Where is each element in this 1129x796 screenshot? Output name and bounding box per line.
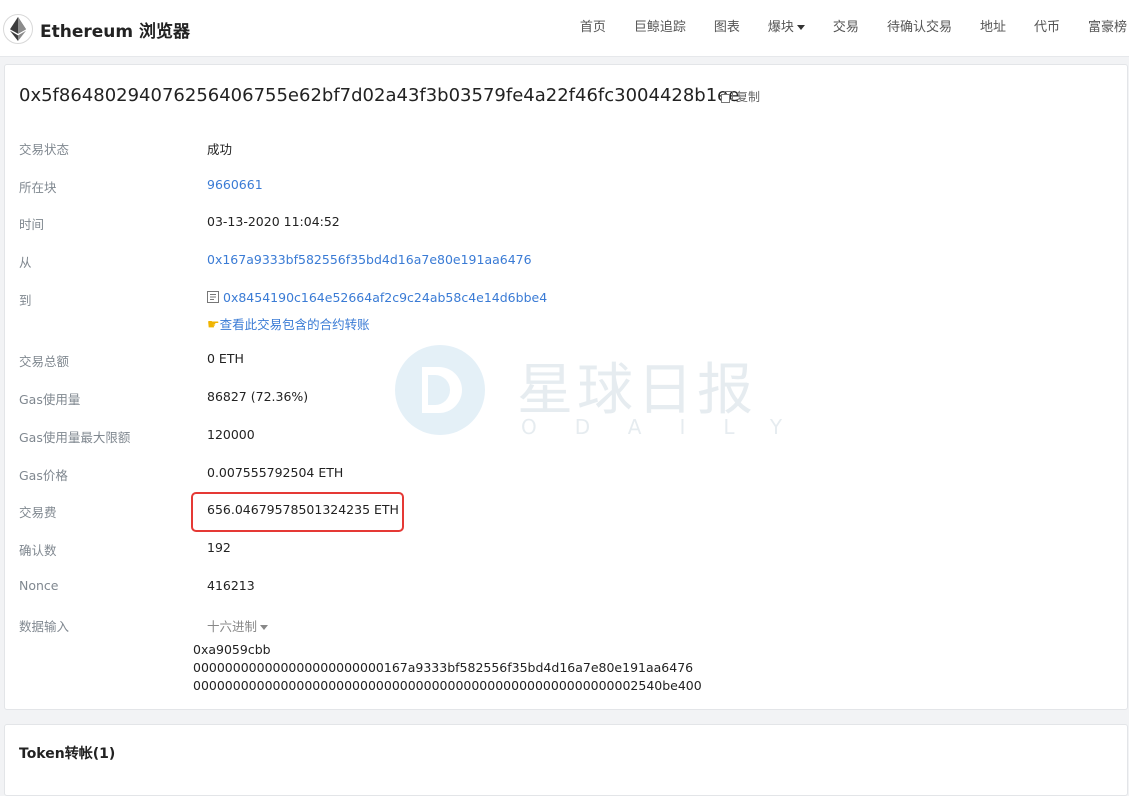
nav-pending-transactions[interactable]: 待确认交易 <box>873 0 966 56</box>
time-label: 时间 <box>19 217 45 232</box>
input-data-content: 0xa9059cbb 000000000000000000000000167a9… <box>193 641 702 695</box>
total-value: 0 ETH <box>207 351 244 366</box>
confirmations-label: 确认数 <box>19 543 57 558</box>
from-address-link[interactable]: 0x167a9333bf582556f35bd4d16a7e80e191aa64… <box>207 252 532 267</box>
row-time: 时间 03-13-2020 11:04:52 <box>19 214 1109 234</box>
brand-title[interactable]: Ethereum 浏览器 <box>40 17 190 42</box>
token-transfers-card: Token转帐(1) <box>4 724 1128 796</box>
row-confirmations: 确认数 192 <box>19 540 1109 560</box>
input-format-select[interactable]: 十六进制 <box>207 616 269 635</box>
row-from: 从 0x167a9333bf582556f35bd4d16a7e80e191aa… <box>19 252 1109 272</box>
nonce-label: Nonce <box>19 578 59 593</box>
from-label: 从 <box>19 255 32 270</box>
fee-label: 交易费 <box>19 505 57 520</box>
row-gas-limit: Gas使用量最大限额 120000 <box>19 427 1109 447</box>
transaction-hash-title: 0x5f86480294076256406755e62bf7d02a43f3b0… <box>19 85 740 106</box>
row-total: 交易总额 0 ETH <box>19 351 1109 371</box>
caret-down-icon <box>260 625 269 630</box>
copy-button[interactable]: 复制 <box>721 88 760 105</box>
to-label: 到 <box>19 293 32 308</box>
nonce-value: 416213 <box>207 578 255 593</box>
gas-used-value: 86827 (72.36%) <box>207 389 309 404</box>
contract-icon <box>207 291 219 303</box>
input-data-label: 数据输入 <box>19 619 70 634</box>
token-transfers-title: Token转帐(1) <box>19 746 116 762</box>
input-data-line: 000000000000000000000000167a9333bf582556… <box>193 660 694 675</box>
nav-charts[interactable]: 图表 <box>700 0 754 56</box>
input-data-line: 0xa9059cbb <box>193 642 271 657</box>
gas-used-label: Gas使用量 <box>19 392 81 407</box>
status-label: 交易状态 <box>19 142 70 157</box>
nav-blocks-label: 爆块 <box>767 20 794 35</box>
nav-tokens[interactable]: 代币 <box>1020 0 1074 56</box>
to-address-link[interactable]: 0x8454190c164e52664af2c9c24ab58c4e14d6bb… <box>223 290 547 305</box>
input-data-line: 0000000000000000000000000000000000000000… <box>193 678 702 693</box>
gas-limit-label: Gas使用量最大限额 <box>19 430 131 445</box>
main-nav: 首页 巨鲸追踪 图表 爆块 交易 待确认交易 地址 代币 富豪榜 <box>566 0 1129 56</box>
confirmations-value: 192 <box>207 540 231 555</box>
copy-label: 复制 <box>736 90 761 104</box>
pointing-hand-icon: ☛ <box>207 317 220 333</box>
block-label: 所在块 <box>19 180 57 195</box>
internal-transfers-link-wrap[interactable]: ☛查看此交易包含的合约转账 <box>207 314 370 333</box>
status-value: 成功 <box>207 142 233 157</box>
gas-price-label: Gas价格 <box>19 468 68 483</box>
row-gas-used: Gas使用量 86827 (72.36%) <box>19 389 1109 409</box>
internal-transfers-link[interactable]: 查看此交易包含的合约转账 <box>220 317 370 332</box>
row-fee: 交易费 656.04679578501324235 ETH <box>19 502 1109 522</box>
transaction-detail-card: 0x5f86480294076256406755e62bf7d02a43f3b0… <box>4 64 1128 710</box>
nav-addresses[interactable]: 地址 <box>966 0 1020 56</box>
gas-limit-value: 120000 <box>207 427 255 442</box>
block-link[interactable]: 9660661 <box>207 177 263 192</box>
top-header: Ethereum 浏览器 首页 巨鲸追踪 图表 爆块 交易 待确认交易 地址 代… <box>0 0 1129 57</box>
row-gas-price: Gas价格 0.007555792504 ETH <box>19 465 1109 485</box>
caret-down-icon <box>796 25 805 30</box>
highlight-box <box>191 492 404 532</box>
nav-whale-tracking[interactable]: 巨鲸追踪 <box>620 0 700 56</box>
nav-home[interactable]: 首页 <box>566 0 620 56</box>
nav-transactions[interactable]: 交易 <box>819 0 873 56</box>
row-block: 所在块 9660661 <box>19 177 1109 197</box>
row-to: 到 0x8454190c164e52664af2c9c24ab58c4e14d6… <box>19 290 1109 334</box>
time-value: 03-13-2020 11:04:52 <box>207 214 340 229</box>
gas-price-value: 0.007555792504 ETH <box>207 465 344 480</box>
row-input-data: 数据输入 十六进制 <box>19 616 1109 636</box>
to-value: 0x8454190c164e52664af2c9c24ab58c4e14d6bb… <box>207 290 547 305</box>
ethereum-logo-icon[interactable] <box>3 14 33 44</box>
row-nonce: Nonce 416213 <box>19 578 1109 598</box>
row-status: 交易状态 成功 <box>19 139 1109 159</box>
input-format-value: 十六进制 <box>207 619 258 634</box>
nav-rich-list[interactable]: 富豪榜 <box>1074 0 1129 56</box>
total-label: 交易总额 <box>19 354 70 369</box>
copy-icon <box>721 91 733 103</box>
nav-blocks-dropdown[interactable]: 爆块 <box>754 0 819 56</box>
